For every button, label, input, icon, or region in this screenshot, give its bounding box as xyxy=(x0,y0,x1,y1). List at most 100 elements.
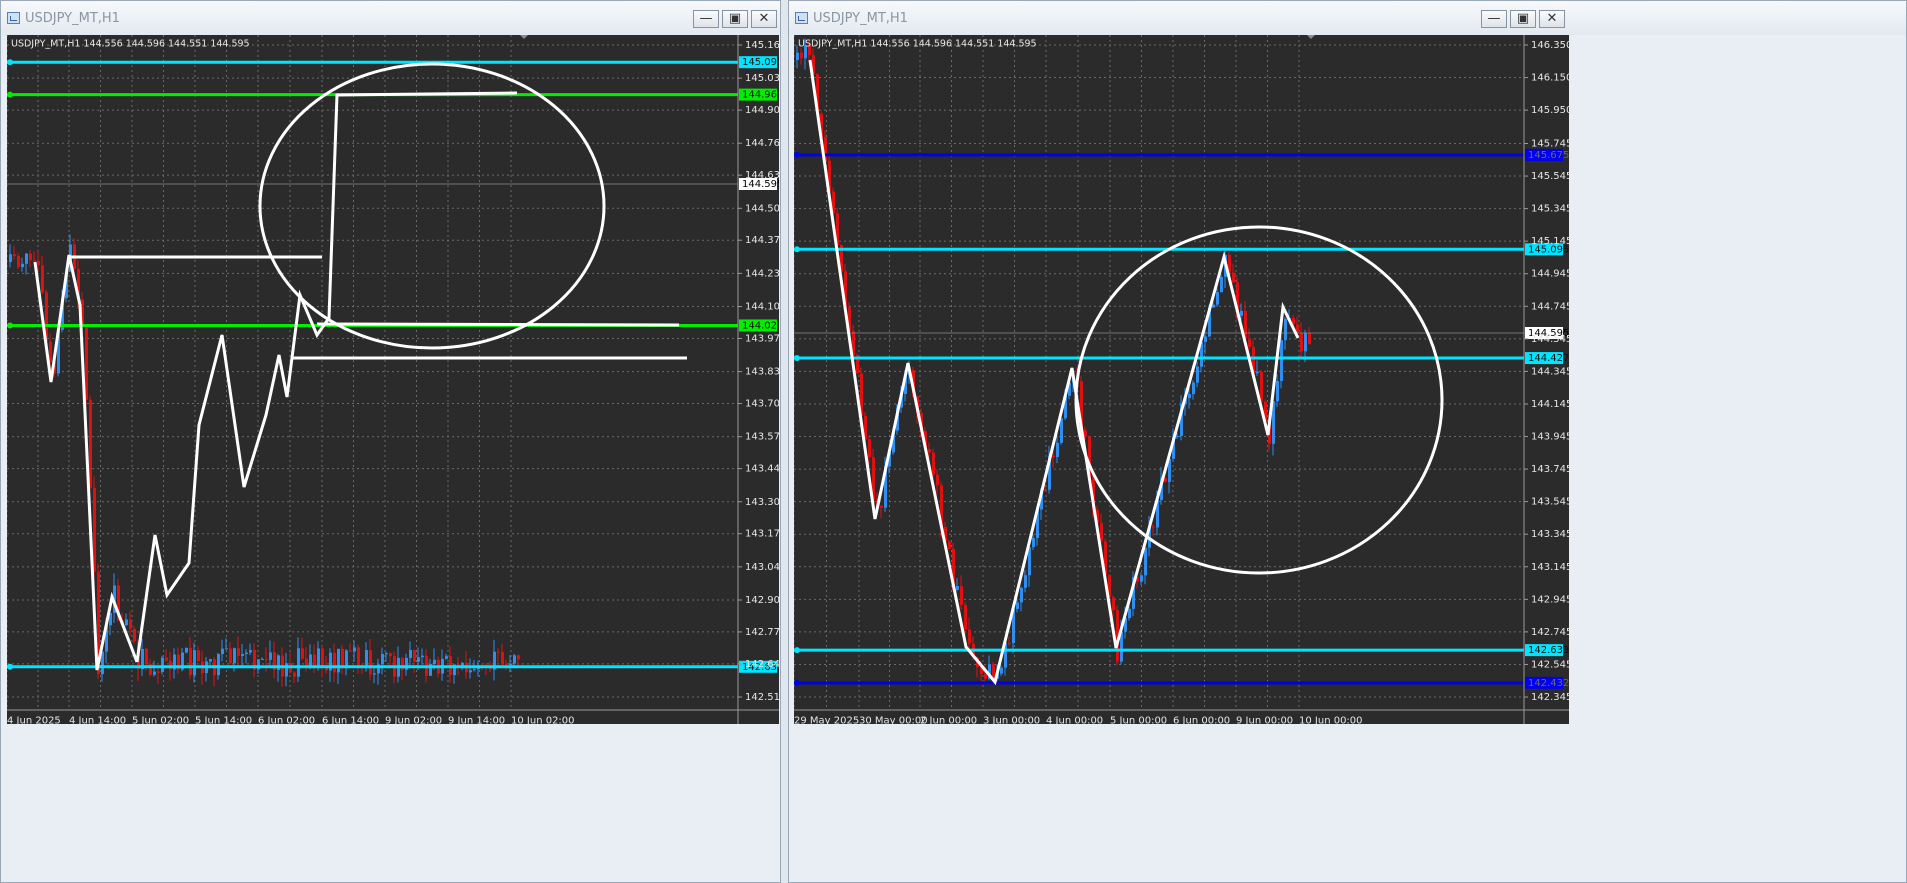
candle-body xyxy=(265,658,268,660)
candle-body xyxy=(409,649,412,658)
candle-body xyxy=(385,653,388,655)
chart-canvas[interactable]: 144.595145.675145.095144.427142.633142.4… xyxy=(794,35,1569,724)
candle-body xyxy=(1204,336,1207,342)
candle-body xyxy=(161,657,164,673)
level-price-label: 145.095 xyxy=(742,57,779,68)
candle-body xyxy=(956,586,959,590)
candle-body xyxy=(421,655,424,658)
candle-body xyxy=(249,650,252,653)
candle-body xyxy=(349,650,352,652)
candle-body xyxy=(469,670,472,673)
price-tick-label: 142.745 xyxy=(1531,627,1569,638)
candle-body xyxy=(1060,418,1063,443)
candle-body xyxy=(1212,304,1215,308)
level-price-label: 142.432 xyxy=(1528,678,1569,689)
window-titlebar[interactable]: USDJPY_MT,H1 — ▣ ✕ xyxy=(1,1,780,35)
time-tick-label: 9 Jun 00:00 xyxy=(1236,715,1293,724)
time-tick-label: 2 Jun 00:00 xyxy=(920,715,977,724)
price-chart[interactable]: 144.595145.095144.963144.023142.633 145.… xyxy=(7,35,779,724)
candle-body xyxy=(1300,332,1303,352)
maximize-button[interactable]: ▣ xyxy=(722,10,748,28)
level-anchor xyxy=(794,647,800,654)
price-tick-label: 145.745 xyxy=(1531,138,1569,149)
price-tick-label: 143.945 xyxy=(1531,432,1569,443)
close-button[interactable]: ✕ xyxy=(1539,10,1565,28)
candle-body xyxy=(17,255,20,268)
candle-body xyxy=(241,653,244,656)
price-tick-label: 142.775 xyxy=(745,627,779,638)
candle-body xyxy=(1024,575,1027,588)
symbol-ohlc-header: USDJPY_MT,H1 144.556 144.596 144.551 144… xyxy=(11,38,250,49)
candle-body xyxy=(1256,371,1259,374)
candle-body xyxy=(209,659,212,662)
candle-body xyxy=(417,657,420,662)
candle-body xyxy=(1044,489,1047,491)
chart-canvas[interactable]: 144.595145.095144.963144.023142.633 145.… xyxy=(7,35,779,724)
price-tick-label: 142.545 xyxy=(1531,659,1569,670)
minimize-button[interactable]: — xyxy=(1481,10,1507,28)
candle-body xyxy=(365,650,368,668)
level-price-label: 142.633 xyxy=(1528,645,1569,656)
window-titlebar[interactable]: USDJPY_MT,H1 — ▣ ✕ xyxy=(789,1,1906,35)
chart-app-icon xyxy=(7,12,20,24)
close-button[interactable]: ✕ xyxy=(751,10,777,28)
time-tick-label: 5 Jun 02:00 xyxy=(132,715,189,724)
candle-body xyxy=(309,654,312,666)
price-tick-label: 144.145 xyxy=(1531,399,1569,410)
maximize-button[interactable]: ▣ xyxy=(1510,10,1536,28)
range-line[interactable] xyxy=(316,322,680,327)
candle-body xyxy=(89,399,92,489)
time-tick-label: 3 Jun 00:00 xyxy=(983,715,1040,724)
price-tick-label: 144.100 xyxy=(745,302,779,313)
candle-body xyxy=(229,648,232,664)
price-tick-label: 144.370 xyxy=(745,235,779,246)
candle-body xyxy=(928,449,931,453)
time-tick-label: 5 Jun 14:00 xyxy=(195,715,252,724)
price-tick-label: 143.705 xyxy=(745,399,779,410)
candle-body xyxy=(21,263,24,268)
price-tick-label: 144.945 xyxy=(1531,269,1569,280)
candle-body xyxy=(1196,366,1199,383)
candle-body xyxy=(333,652,336,673)
level-anchor xyxy=(794,151,800,158)
candle-body xyxy=(1032,538,1035,548)
candle-body xyxy=(497,651,500,653)
candle-body xyxy=(85,326,88,400)
time-axis: 4 Jun 2025 4 Jun 14:00 5 Jun 02:00 5 Jun 14… xyxy=(7,715,575,724)
candle-body xyxy=(269,652,272,660)
price-tick-label: 143.305 xyxy=(745,497,779,508)
candle-body xyxy=(1008,642,1011,644)
candle-body xyxy=(505,663,508,666)
candle-body xyxy=(1284,319,1287,341)
candle-body xyxy=(33,260,36,262)
chart-window-left[interactable]: USDJPY_MT,H1 — ▣ ✕ 144.595145.095144.963… xyxy=(0,0,781,883)
level-price-label: 145.675 xyxy=(1528,150,1569,161)
candle-body xyxy=(984,673,987,679)
time-tick-label: 30 May 00:00 xyxy=(859,715,928,724)
candle-body xyxy=(337,648,340,673)
chart-window-right[interactable]: USDJPY_MT,H1 — ▣ ✕ 144.595 145.675 145.095… xyxy=(788,0,1907,883)
window-title: USDJPY_MT,H1 xyxy=(25,11,120,26)
time-tick-label: 4 Jun 2025 xyxy=(7,715,61,724)
candle-body xyxy=(800,52,803,59)
minimize-button[interactable]: — xyxy=(693,10,719,28)
price-tick-label: 144.545 xyxy=(1531,334,1569,345)
price-axis: 145.165 145.030 144.900 144.765 144.635 144.5… xyxy=(738,40,779,703)
candle-body xyxy=(1188,394,1191,399)
price-tick-label: 143.440 xyxy=(745,464,779,475)
price-chart[interactable]: 144.595 145.675 145.095 144.427 142.633 142.4… xyxy=(794,35,1569,724)
price-tick-label: 144.345 xyxy=(1531,366,1569,377)
price-tick-label: 143.145 xyxy=(1531,562,1569,573)
candle-body xyxy=(341,648,344,666)
candle-body xyxy=(1140,575,1143,582)
candle-body xyxy=(1176,436,1179,438)
candle-body xyxy=(381,653,384,665)
price-tick-label: 145.950 xyxy=(1531,105,1569,116)
candle-body xyxy=(1152,526,1155,528)
candle-body xyxy=(964,605,967,630)
candle-body xyxy=(293,672,296,677)
price-tick-label: 145.145 xyxy=(1531,236,1569,247)
candle-body xyxy=(165,657,168,661)
candle-body xyxy=(1248,338,1251,348)
price-tick-label: 144.745 xyxy=(1531,301,1569,312)
